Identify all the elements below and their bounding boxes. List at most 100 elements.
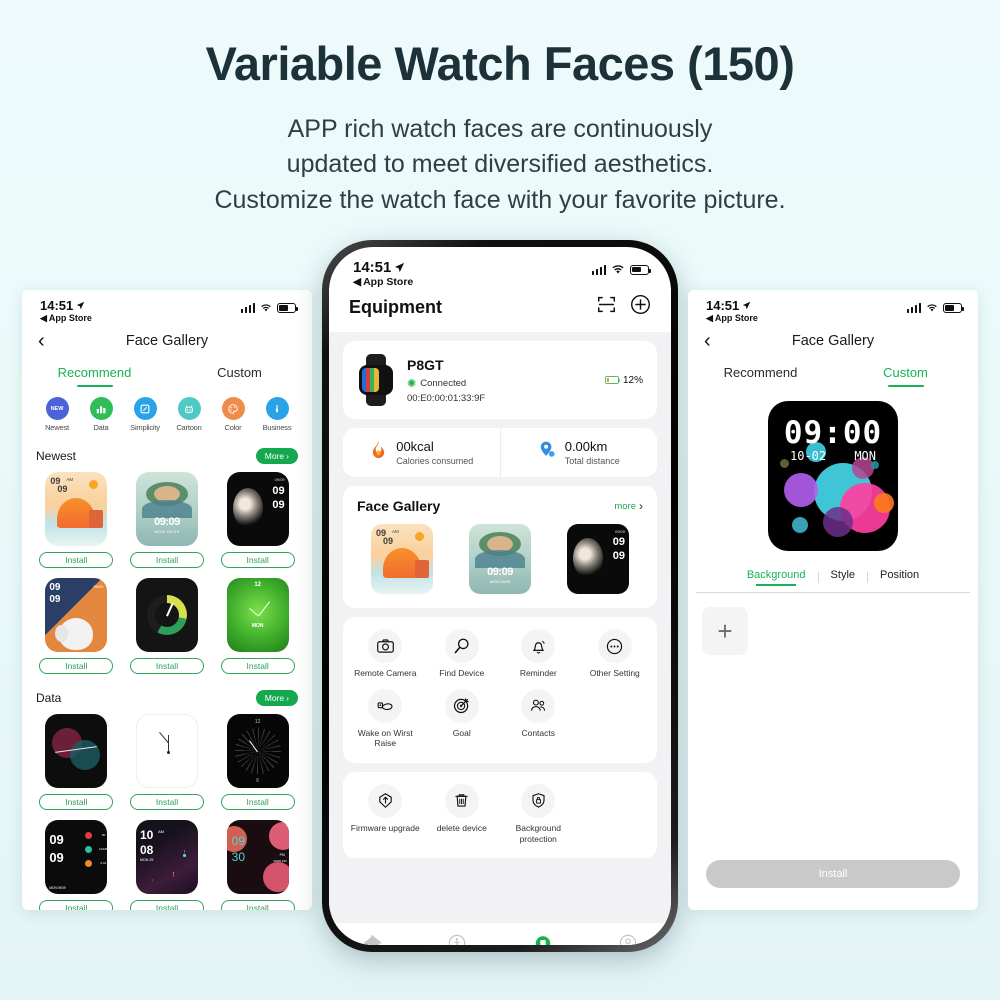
install-button[interactable]: Install [129,658,204,675]
watch-face-card[interactable]: 09:09 MON 09/09 Install [125,472,210,569]
green-analog-face[interactable]: 12 MON [226,578,289,653]
feature-contacts[interactable]: Contacts [500,688,577,749]
subtab-style[interactable]: Style [819,569,867,586]
install-button[interactable]: Install [129,552,204,569]
more-button-newest[interactable]: More › [255,448,298,465]
maintenance-label: Firmware upgrade [350,822,420,833]
subtab-position[interactable]: Position [868,569,931,586]
digital-metrics-face[interactable]: 09 09 MON 09/09 80 12345 0.01 [45,820,108,895]
category-label: Business [262,423,292,433]
tab-mine[interactable]: Mine [586,933,672,945]
install-button[interactable]: Install [39,658,114,675]
category-simplicity[interactable]: Simplicity [124,397,166,432]
face-gallery-more-link[interactable]: more › [614,499,643,513]
white-flower-dark-face[interactable]: 09/09 09 09 [226,472,289,547]
sunset-mountain-face[interactable]: 09 AM 09 [45,472,108,547]
watch-face-card[interactable]: 12 6 Install [215,714,300,811]
feature-goal[interactable]: Goal [424,688,501,749]
maintenance-background-protection[interactable]: Background protection [500,783,577,844]
face-time: 10 [139,828,154,843]
category-cartoon[interactable]: Cartoon [168,397,210,432]
pink-bokeh-face[interactable]: 09 30 PM 09/09 FRI [226,820,289,895]
white-flower-dark-face[interactable]: 09/09 09 09 [567,524,629,595]
face-time: 09 [612,536,625,549]
scan-icon[interactable] [597,295,616,319]
stat-distance[interactable]: 0.00km Total distance [499,428,658,478]
dog-cartoon-face[interactable]: 09 09 09/09 [45,578,108,653]
starburst-analog-face[interactable]: 12 6 [226,714,289,789]
face-line2: 08 [139,843,154,858]
minimal-dots-analog-face[interactable] [135,714,198,789]
stat-value: 0.00km [564,439,608,455]
tab-custom[interactable]: Custom [167,365,312,387]
tab-equipment[interactable]: Equipment [500,933,586,945]
watch-face-card[interactable]: 09/09 09 09 Install [215,472,300,569]
category-data[interactable]: Data [80,397,122,432]
back-button[interactable]: ‹ [704,331,711,351]
feature-other-setting[interactable]: Other Setting [577,629,654,679]
watch-face-card[interactable]: 09 AM 09 Install [34,472,119,569]
nav-bar: ‹ Face Gallery [22,323,312,361]
install-button[interactable]: Install [220,900,295,910]
category-business[interactable]: Business [256,397,298,432]
back-to-app-store[interactable]: ◀ App Store [706,313,758,324]
nav-title: Face Gallery [791,333,875,350]
feature-remote-camera[interactable]: Remote Camera [347,629,424,679]
tab-recommend[interactable]: Recommend [22,365,167,387]
stat-calories[interactable]: 00kcal Calories consumed [343,428,500,477]
subtab-background[interactable]: Background [735,569,818,586]
tab-recommend[interactable]: Recommend [688,365,833,387]
install-button[interactable]: Install [39,794,114,811]
preview-time: 09:00 [783,415,883,452]
watch-face-card[interactable]: 09 09 MON 09/09 80 12345 0.01 Install [34,820,119,910]
deer-mountain-face[interactable]: 09:09 MON 09/09 [469,524,531,595]
back-button[interactable]: ‹ [38,331,45,351]
category-color[interactable]: Color [212,397,254,432]
install-button[interactable]: Install [39,552,114,569]
more-button-data[interactable]: More › [255,690,298,707]
tab-custom[interactable]: Custom [833,365,978,387]
maintenance-delete-device[interactable]: delete device [424,783,501,844]
install-button[interactable]: Install [129,900,204,910]
device-card[interactable]: P8GT ✺ Connected 00:E0:00:01:33:9F 12% [343,341,657,420]
tab-home[interactable]: Home [329,933,415,945]
deer-mountain-face[interactable]: 09:09 MON 09/09 [135,472,198,547]
install-button[interactable]: Install [39,900,114,910]
install-button[interactable]: Install [220,658,295,675]
flowers-digital-face[interactable]: 10 AM 08 MON 25 [135,820,198,895]
watch-face-card[interactable]: 10 AM 08 MON 25 Install [125,820,210,910]
watch-face-card[interactable]: Install [125,578,210,675]
back-to-app-store[interactable]: ◀ App Store [353,276,413,288]
add-background-button[interactable]: + [702,607,748,656]
feature-label: Find Device [439,668,485,679]
signal-bars-icon [240,303,255,313]
maintenance-firmware-upgrade[interactable]: Firmware upgrade [347,783,424,844]
install-button[interactable]: Install [706,860,960,888]
subtitle-line-1: APP rich watch faces are continuously [287,114,713,143]
feature-find-device[interactable]: Find Device [424,629,501,679]
feature-wake-on-wrist-raise[interactable]: Wake on Wirst Raise [347,688,424,749]
feature-reminder[interactable]: Reminder [500,629,577,679]
install-button[interactable]: Install [220,552,295,569]
nav-title: Face Gallery [125,333,209,350]
feature-grid-card: Remote Camera Find Device Reminder Other… [343,617,657,763]
watch-face-card[interactable]: Install [125,714,210,811]
tab-sport[interactable]: Sport [415,933,501,945]
green-dial-gauge-face[interactable] [135,578,198,653]
install-button[interactable]: Install [220,794,295,811]
person-icon [586,933,672,945]
watch-face-card[interactable]: Install [34,714,119,811]
watch-face-card[interactable]: 09 09 09/09 Install [34,578,119,675]
plus-circle-icon[interactable] [630,294,651,320]
back-to-app-store[interactable]: ◀ App Store [40,313,92,324]
category-newest[interactable]: NEW Newest [36,397,78,432]
install-button[interactable]: Install [129,794,204,811]
battery-icon [943,303,965,313]
custom-face-preview[interactable]: 09:00 10-02 MON [768,401,898,552]
watch-thumbnail [357,354,395,407]
circles-analog-face[interactable] [45,714,108,789]
face-line2: MON 09/09 [489,579,511,585]
watch-face-card[interactable]: 12 MON Install [215,578,300,675]
sunset-mountain-face[interactable]: 09 AM 09 [371,524,433,595]
watch-face-card[interactable]: 09 30 PM 09/09 FRI Install [215,820,300,910]
